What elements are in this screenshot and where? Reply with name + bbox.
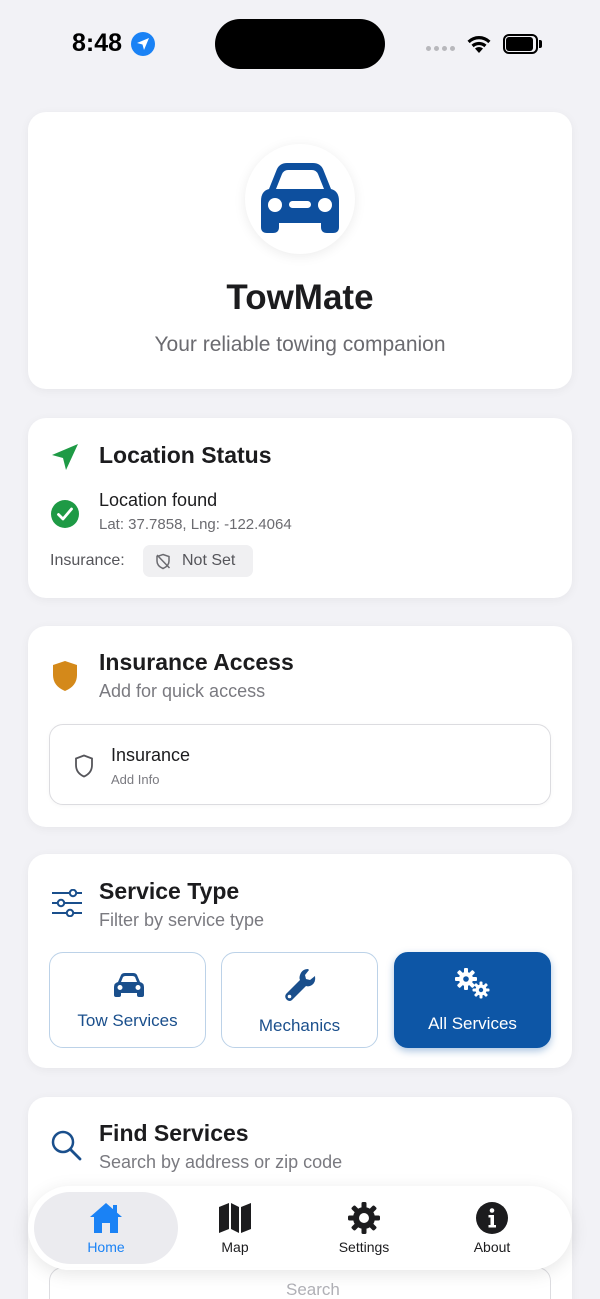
app-tagline: Your reliable towing companion	[154, 333, 446, 356]
service-type-card: Service Type Filter by service type Tow …	[28, 854, 572, 1068]
mechanics-label: Mechanics	[258, 1016, 341, 1035]
mechanics-button[interactable]: Mechanics	[221, 952, 378, 1048]
gears-icon	[455, 968, 490, 999]
tow-services-button[interactable]: Tow Services	[49, 952, 206, 1048]
app-header-card: TowMate Your reliable towing companion	[28, 112, 572, 389]
car-logo-icon	[245, 144, 355, 254]
shield-outline-icon	[75, 754, 93, 778]
coordinates-text: Lat: 37.7858, Lng: -122.4064	[99, 516, 292, 533]
insurance-item-title: Insurance	[111, 745, 191, 765]
location-status-title: Location Status	[99, 442, 272, 468]
car-icon	[114, 973, 144, 997]
insurance-access-title: Insurance Access	[99, 649, 294, 675]
service-type-title: Service Type	[99, 878, 240, 904]
location-services-icon	[131, 32, 155, 56]
location-status-card: Location Status Location found Lat: 37.7…	[28, 418, 572, 598]
search-placeholder: Search	[286, 1280, 340, 1299]
home-icon	[90, 1203, 122, 1233]
tab-home[interactable]: Home	[34, 1192, 178, 1264]
map-icon	[219, 1203, 251, 1233]
insurance-label: Insurance:	[50, 552, 125, 569]
all-services-button[interactable]: All Services	[394, 952, 551, 1048]
insurance-item-subtitle: Add Info	[111, 772, 160, 787]
tab-map[interactable]: Map	[163, 1192, 307, 1264]
insurance-access-card: Insurance Access Add for quick access In…	[28, 626, 572, 827]
tab-bar: Home Map Settings About	[28, 1186, 572, 1270]
insurance-status-text: Not Set	[182, 552, 236, 569]
gear-icon	[348, 1202, 380, 1234]
info-icon	[476, 1202, 508, 1234]
wifi-icon	[467, 36, 491, 53]
status-time: 8:48	[72, 29, 123, 57]
wrench-icon	[285, 969, 316, 1001]
find-services-subtitle: Search by address or zip code	[99, 1152, 343, 1172]
service-type-subtitle: Filter by service type	[99, 910, 265, 930]
search-icon	[51, 1130, 82, 1161]
add-insurance-button[interactable]: Insurance Add Info	[49, 724, 551, 805]
tow-services-label: Tow Services	[77, 1011, 178, 1030]
navigation-arrow-icon	[52, 444, 78, 470]
search-input[interactable]: Search	[49, 1267, 551, 1299]
dynamic-island	[215, 19, 385, 69]
tab-about-label: About	[473, 1239, 511, 1255]
insurance-status-badge: Not Set	[143, 545, 253, 577]
tab-home-label: Home	[87, 1239, 125, 1255]
find-services-title: Find Services	[99, 1120, 249, 1146]
app-title: TowMate	[226, 278, 374, 317]
battery-icon	[503, 34, 542, 54]
shield-icon	[53, 661, 77, 691]
checkmark-circle-icon	[51, 500, 79, 528]
tab-about[interactable]: About	[420, 1192, 564, 1264]
status-bar: 8:48	[0, 0, 600, 90]
tab-settings[interactable]: Settings	[292, 1192, 436, 1264]
tab-map-label: Map	[221, 1239, 249, 1255]
shield-slash-icon	[156, 553, 171, 570]
insurance-access-subtitle: Add for quick access	[99, 681, 266, 701]
sliders-icon	[52, 889, 82, 917]
signal-icon	[426, 46, 455, 51]
tab-settings-label: Settings	[338, 1239, 390, 1255]
all-services-label: All Services	[428, 1014, 517, 1033]
location-state-text: Location found	[99, 490, 218, 510]
